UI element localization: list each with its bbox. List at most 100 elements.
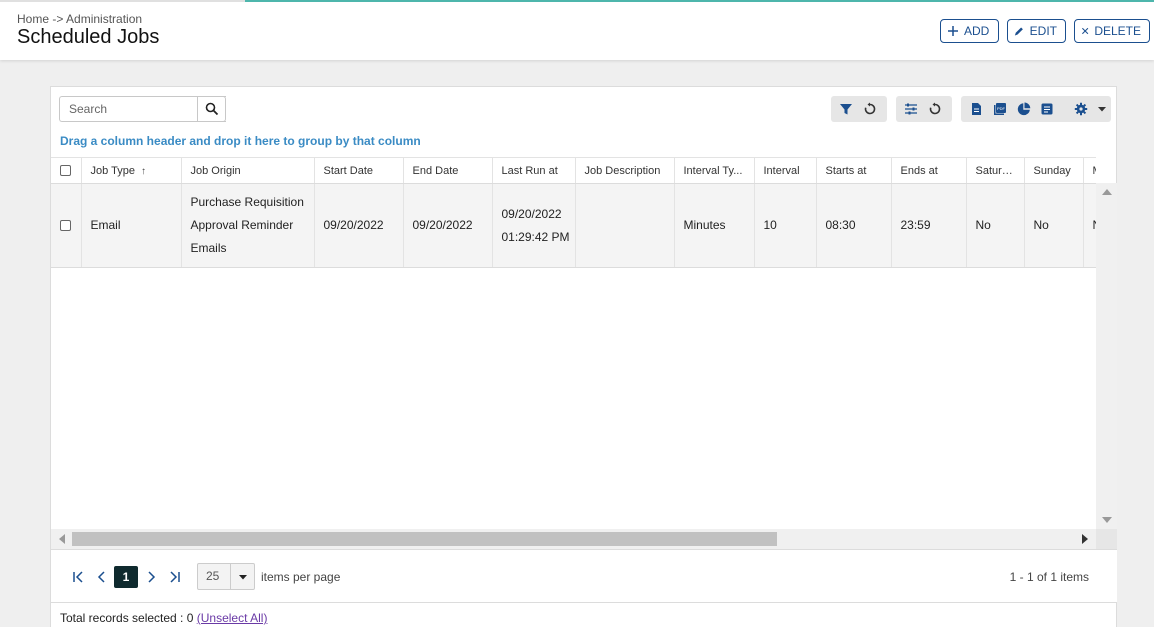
- pencil-icon: [1014, 27, 1023, 36]
- horizontal-scroll-thumb[interactable]: [72, 532, 777, 546]
- export-pdf-button[interactable]: PDF: [988, 96, 1012, 122]
- report-button[interactable]: [1035, 96, 1059, 122]
- top-bar: Home -> Administration Scheduled Jobs AD…: [0, 0, 1154, 60]
- report-icon: [1041, 103, 1053, 115]
- previous-page-button[interactable]: [92, 567, 112, 587]
- sort-ascending-icon: ↑: [140, 165, 146, 177]
- column-header-sunday[interactable]: Sunday: [1024, 157, 1084, 184]
- export-toolbar-group: PDF: [961, 96, 1111, 122]
- search-button[interactable]: [197, 96, 226, 122]
- current-page-button[interactable]: 1: [114, 566, 138, 588]
- loading-bar: [0, 0, 1154, 2]
- pie-chart-icon: [1017, 102, 1030, 116]
- delete-button[interactable]: DELETE: [1074, 19, 1150, 43]
- settings-button[interactable]: [1069, 96, 1093, 122]
- plus-icon: [948, 26, 958, 36]
- page-size-select[interactable]: 25: [197, 563, 255, 590]
- pager: 1 25 items per page 1 - 1 of 1 items: [51, 549, 1117, 603]
- gear-icon: [1075, 102, 1088, 116]
- select-all-checkbox[interactable]: [60, 165, 71, 177]
- column-header-job-type[interactable]: Job Type ↑: [81, 157, 182, 184]
- edit-button[interactable]: EDIT: [1007, 19, 1066, 43]
- vertical-scrollbar[interactable]: [1096, 183, 1117, 529]
- export-pdf-icon: PDF: [993, 103, 1006, 115]
- group-by-hint[interactable]: Drag a column header and drop it here to…: [60, 134, 421, 148]
- next-page-button[interactable]: [141, 567, 161, 587]
- cell-job-type: Email: [81, 183, 182, 268]
- scroll-down-icon[interactable]: [1102, 517, 1112, 523]
- close-icon: [1082, 27, 1089, 35]
- first-page-button[interactable]: [69, 567, 89, 587]
- caret-down-icon: [238, 574, 247, 579]
- page-size-value: 25: [206, 569, 220, 583]
- columns-icon: [905, 103, 917, 115]
- cell-starts-at: 08:30: [816, 183, 892, 268]
- cell-interval: 10: [754, 183, 817, 268]
- unselect-all-link[interactable]: (Unselect All): [197, 611, 268, 625]
- cell-job-description: [575, 183, 675, 268]
- cell-monday: N: [1083, 183, 1096, 268]
- last-page-icon: [170, 571, 180, 583]
- cell-sunday: No: [1024, 183, 1084, 268]
- pager-info: 1 - 1 of 1 items: [1009, 570, 1089, 584]
- scroll-right-icon[interactable]: [1082, 534, 1088, 544]
- selection-summary: Total records selected : 0 (Unselect All…: [60, 611, 267, 625]
- columns-button[interactable]: [899, 96, 923, 122]
- cell-ends-at: 23:59: [891, 183, 967, 268]
- column-header-ends-at[interactable]: Ends at: [891, 157, 967, 184]
- column-header-interval[interactable]: Interval: [754, 157, 817, 184]
- filter-icon: [840, 104, 852, 115]
- page-size-dropdown[interactable]: [230, 564, 254, 589]
- caret-down-icon: [1098, 107, 1107, 112]
- last-page-button[interactable]: [164, 567, 184, 587]
- scrollbar-corner: [1096, 529, 1117, 549]
- column-header-interval-type[interactable]: Interval Ty...: [674, 157, 755, 184]
- column-header-job-description[interactable]: Job Description: [575, 157, 675, 184]
- reset-columns-button[interactable]: [923, 96, 947, 122]
- chevron-right-icon: [148, 571, 156, 583]
- items-per-page-label: items per page: [261, 570, 341, 584]
- column-header-job-origin[interactable]: Job Origin: [181, 157, 315, 184]
- horizontal-scrollbar[interactable]: [51, 529, 1096, 549]
- delete-button-label: DELETE: [1094, 24, 1141, 38]
- breadcrumb[interactable]: Home -> Administration: [17, 12, 142, 26]
- add-button[interactable]: ADD: [940, 19, 999, 43]
- column-header-end-date[interactable]: End Date: [403, 157, 493, 184]
- column-header-saturday[interactable]: Saturd...: [966, 157, 1025, 184]
- grid-header-row: Job Type ↑ Job Origin Start Date End Date…: [51, 157, 1096, 184]
- column-header-last-run-at[interactable]: Last Run at: [492, 157, 576, 184]
- reset-icon: [864, 102, 876, 115]
- select-all-cell: [51, 157, 82, 184]
- cell-end-date: 09/20/2022: [403, 183, 493, 268]
- table-row[interactable]: Email Purchase Requisition Approval Remi…: [51, 183, 1096, 268]
- first-page-icon: [73, 571, 83, 583]
- columns-toolbar-group: [896, 96, 952, 122]
- row-select-cell: [51, 183, 82, 268]
- cell-start-date: 09/20/2022: [314, 183, 404, 268]
- add-button-label: ADD: [964, 24, 990, 38]
- search-icon: [205, 102, 218, 116]
- export-doc-icon: [971, 103, 981, 115]
- column-header-start-date[interactable]: Start Date: [314, 157, 404, 184]
- column-header-starts-at[interactable]: Starts at: [816, 157, 892, 184]
- selected-count-label: Total records selected : 0: [60, 611, 194, 625]
- jobs-grid: Job Type ↑ Job Origin Start Date End Date…: [51, 157, 1096, 529]
- chart-button[interactable]: [1012, 96, 1036, 122]
- svg-text:PDF: PDF: [997, 106, 1006, 111]
- scroll-up-icon[interactable]: [1102, 189, 1112, 195]
- row-checkbox[interactable]: [60, 220, 71, 232]
- settings-dropdown[interactable]: [1093, 96, 1111, 122]
- chevron-left-icon: [97, 571, 105, 583]
- cell-job-origin: Purchase Requisition Approval Reminder E…: [181, 183, 315, 268]
- filter-button[interactable]: [834, 96, 858, 122]
- reset-filter-button[interactable]: [858, 96, 882, 122]
- cell-saturday: No: [966, 183, 1025, 268]
- cell-interval-type: Minutes: [674, 183, 755, 268]
- reset-icon: [929, 102, 941, 115]
- page-title: Scheduled Jobs: [17, 26, 160, 48]
- column-header-monday[interactable]: M: [1083, 157, 1096, 184]
- export-doc-button[interactable]: [964, 96, 988, 122]
- edit-button-label: EDIT: [1029, 24, 1057, 38]
- filter-toolbar-group: [831, 96, 887, 122]
- scroll-left-icon[interactable]: [59, 534, 65, 544]
